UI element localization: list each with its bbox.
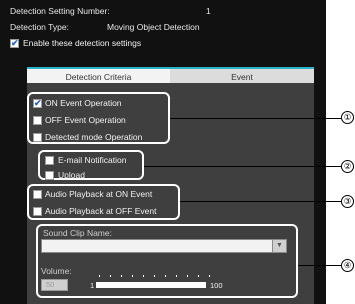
- slider-min-label: 1: [90, 281, 95, 290]
- off-event-operation-label: OFF Event Operation: [45, 115, 126, 125]
- callout-4: ④: [341, 259, 354, 272]
- detection-settings-panel: Detection Setting Number: 1 Detection Ty…: [0, 0, 326, 304]
- tab-event[interactable]: Event: [170, 67, 314, 83]
- volume-label: Volume:: [41, 266, 72, 276]
- dropdown-arrow-icon[interactable]: ▼: [272, 240, 286, 252]
- volume-input[interactable]: 50: [41, 279, 68, 291]
- tab-bar: Detection Criteria Event: [27, 67, 314, 83]
- on-event-operation-label: ON Event Operation: [45, 98, 122, 108]
- volume-slider[interactable]: [96, 282, 206, 288]
- slider-tick: [198, 275, 199, 277]
- audio-off-event-label: Audio Playback at OFF Event: [45, 206, 157, 216]
- callout-3-line: [180, 201, 341, 202]
- email-notification-checkbox[interactable]: [45, 156, 54, 165]
- setting-number-row: Detection Setting Number: 1: [10, 6, 211, 16]
- on-event-operation-checkbox[interactable]: ✔: [33, 98, 42, 108]
- audio-on-event-label: Audio Playback at ON Event: [45, 189, 153, 199]
- slider-tick: [176, 275, 177, 277]
- slider-tick: [110, 275, 111, 277]
- slider-tick: [143, 275, 144, 277]
- enable-label: Enable these detection settings: [23, 38, 142, 48]
- detection-type-row: Detection Type: Moving Object Detection: [10, 22, 200, 32]
- email-notification-label: E-mail Notification: [58, 155, 127, 165]
- callout-1-line: [170, 118, 341, 119]
- slider-tick: [209, 275, 210, 277]
- checkmark-icon: ✔: [11, 38, 19, 48]
- detected-mode-operation-label: Detected mode Operation: [45, 132, 143, 142]
- slider-tick: [165, 275, 166, 277]
- upload-label: Upload: [58, 170, 85, 179]
- slider-max-label: 100: [210, 281, 223, 290]
- setting-number-value: 1: [206, 6, 211, 16]
- checkmark-icon: ✔: [34, 98, 42, 108]
- setting-number-label: Detection Setting Number:: [10, 6, 110, 16]
- callout-3: ③: [341, 195, 354, 208]
- enable-checkbox[interactable]: ✔: [10, 38, 19, 48]
- callout-2: ②: [341, 160, 354, 173]
- upload-checkbox[interactable]: [45, 171, 54, 180]
- slider-tick: [187, 275, 188, 277]
- callout-4-line: [298, 265, 341, 266]
- sound-clip-select[interactable]: ▼: [41, 239, 287, 253]
- audio-off-event-checkbox[interactable]: [33, 207, 42, 216]
- detection-type-label: Detection Type:: [10, 22, 69, 32]
- off-event-operation-checkbox[interactable]: [33, 116, 42, 125]
- slider-tick: [121, 275, 122, 277]
- callout-1: ①: [341, 111, 354, 124]
- detected-mode-operation-checkbox[interactable]: [33, 133, 42, 142]
- detection-type-value: Moving Object Detection: [107, 22, 200, 32]
- callout-2-line: [144, 166, 341, 167]
- tab-detection-criteria[interactable]: Detection Criteria: [27, 67, 170, 83]
- audio-on-event-checkbox[interactable]: [33, 190, 42, 199]
- slider-tick: [154, 275, 155, 277]
- slider-tick: [132, 275, 133, 277]
- slider-tick: [99, 275, 100, 277]
- sound-clip-label: Sound Clip Name:: [43, 228, 112, 238]
